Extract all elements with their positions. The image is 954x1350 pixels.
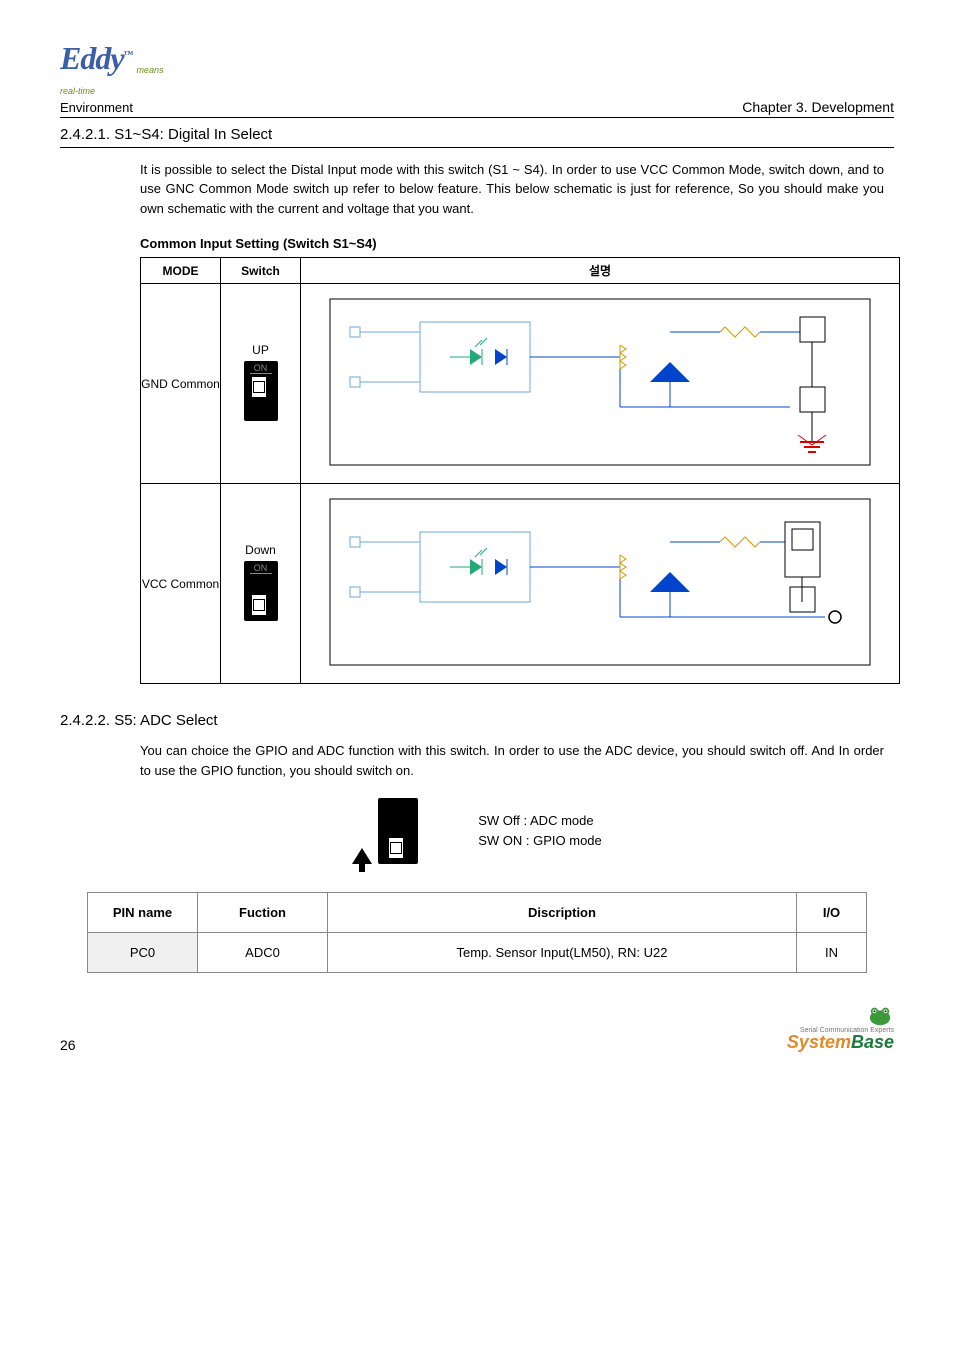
dip-switch-up-icon: ON (244, 361, 278, 421)
th-pin-name: PIN name (88, 893, 198, 933)
frog-icon (866, 1003, 894, 1027)
chapter-label: Chapter 3. Development (742, 99, 894, 115)
row-gnd-switch: UP ON (221, 284, 301, 484)
cell-desc: Temp. Sensor Input(LM50), RN: U22 (328, 933, 797, 973)
logo-tm: ™ (124, 49, 133, 60)
vcc-common-schematic-icon (301, 487, 899, 677)
section-2-4-2-2-title: 2.4.2.2. S5: ADC Select (60, 712, 894, 729)
cell-io: IN (797, 933, 867, 973)
s5-mode-text: SW Off : ADC mode SW ON : GPIO mode (478, 811, 602, 853)
footer-logo: Serial Communication Experts SystemBase (787, 1003, 894, 1053)
environment-label: Environment (60, 100, 163, 115)
cell-func: ADC0 (198, 933, 328, 973)
s5-switch-graphic (352, 798, 418, 864)
footer-brand: SystemBase (787, 1032, 894, 1052)
section-2-4-2-1-title: 2.4.2.1. S1~S4: Digital In Select (60, 126, 894, 148)
row-gnd-diagram (301, 284, 900, 484)
s5-switch-row: SW Off : ADC mode SW ON : GPIO mode (60, 798, 894, 864)
row-vcc-diagram (301, 484, 900, 684)
row-gnd-mode: GND Common (141, 284, 221, 484)
switch-pos-down-label: Down (221, 543, 300, 557)
sw-on-label: SW ON : GPIO mode (478, 831, 602, 852)
sw-off-label: SW Off : ADC mode (478, 811, 602, 832)
section-1-paragraph: It is possible to select the Distal Inpu… (140, 160, 884, 219)
th-description: Discription (328, 893, 797, 933)
gnd-common-schematic-icon (301, 287, 899, 477)
logo-main: Eddy (60, 40, 124, 76)
schematic-table: MODE Switch 설명 GND Common UP ON (140, 257, 900, 684)
th-mode: MODE (141, 258, 221, 284)
row-vcc-switch: Down ON (221, 484, 301, 684)
th-switch: Switch (221, 258, 301, 284)
th-function: Fuction (198, 893, 328, 933)
logo-text: Eddy™ (60, 40, 133, 76)
dip-switch-down-icon: ON (244, 561, 278, 621)
page-header: Eddy™ meansreal-time Environment Chapter… (60, 40, 894, 118)
section-2-paragraph: You can choice the GPIO and ADC function… (140, 741, 884, 780)
page-number: 26 (60, 1037, 76, 1053)
common-input-setting-heading: Common Input Setting (Switch S1~S4) (140, 236, 894, 251)
th-io: I/O (797, 893, 867, 933)
row-vcc-mode: VCC Common (141, 484, 221, 684)
dip-switch-s5-icon (378, 798, 418, 864)
pin-table: PIN name Fuction Discription I/O PC0 ADC… (87, 892, 867, 973)
th-desc: 설명 (301, 258, 900, 284)
arrow-up-icon (352, 848, 372, 864)
cell-pin: PC0 (88, 933, 198, 973)
table-row: PC0 ADC0 Temp. Sensor Input(LM50), RN: U… (88, 933, 867, 973)
switch-pos-up-label: UP (221, 343, 300, 357)
logo-block: Eddy™ meansreal-time Environment (60, 40, 163, 115)
page-footer: 26 Serial Communication Experts SystemBa… (60, 1003, 894, 1053)
